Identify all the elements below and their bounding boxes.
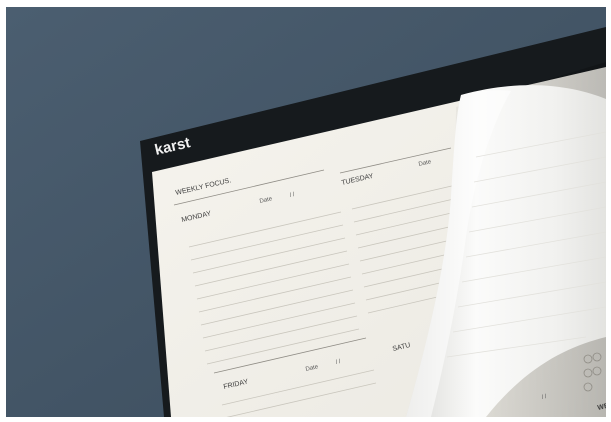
planner-photo: karst WEEKLY FOCUS. MONDAY Date / / TUES… bbox=[6, 7, 606, 417]
photo-frame: karst WEEKLY FOCUS. MONDAY Date / / TUES… bbox=[6, 7, 606, 417]
